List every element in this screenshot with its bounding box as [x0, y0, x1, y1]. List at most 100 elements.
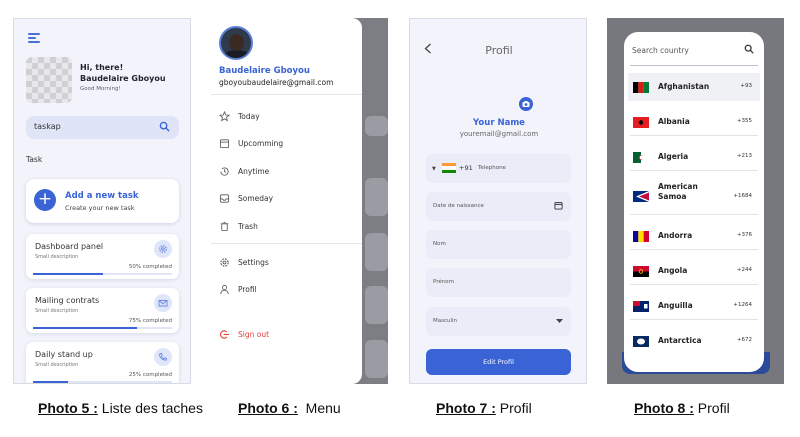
country-row[interactable]: Albania +355	[628, 108, 760, 136]
search-icon[interactable]	[159, 121, 170, 132]
gender-select[interactable]: Masculin	[426, 307, 571, 336]
birthdate-field[interactable]: Date de naissance	[426, 192, 571, 221]
afghanistan-flag-icon	[633, 82, 649, 93]
section-label: Task	[26, 155, 43, 164]
phone-icon	[154, 348, 172, 366]
search-country-input[interactable]: Search country	[632, 46, 689, 55]
country-picker-sheet: Search country Afghanistan +93 Albania +…	[624, 32, 764, 372]
sign-out-icon	[220, 330, 230, 339]
country-row[interactable]: American Samoa +1684	[628, 178, 760, 215]
search-underline	[630, 65, 758, 66]
navigation-drawer: Baudelaire Gboyou gboyoubaudelaire@gmail…	[211, 18, 362, 384]
profile-screen: Profil Your Name youremail@gmail.com ▼ +…	[409, 18, 587, 384]
plus-icon: +	[34, 189, 56, 211]
hamburger-menu-icon[interactable]	[28, 33, 40, 43]
background-card	[365, 286, 388, 324]
lastname-placeholder: Nom	[433, 241, 446, 247]
task-description: Small description	[35, 362, 79, 368]
country-code: +213	[736, 153, 752, 159]
user-name: Baudelaire Gboyou	[219, 66, 310, 76]
country-code: +355	[736, 118, 752, 124]
country-name: American Samoa	[658, 182, 698, 201]
search-input[interactable]: taskap	[26, 116, 179, 139]
country-name: Afghanistan	[658, 82, 710, 91]
task-title: Dashboard panel	[35, 242, 104, 251]
task-description: Small description	[35, 308, 79, 314]
calendar-icon[interactable]	[554, 201, 563, 210]
trash-icon	[220, 221, 229, 232]
edit-profile-button[interactable]: Edit Profil	[426, 349, 571, 375]
task-card[interactable]: Mailing contrats Small description 75% c…	[26, 288, 179, 333]
subgreeting: Good Morning!	[80, 86, 121, 92]
avatar	[26, 57, 72, 103]
chevron-down-icon[interactable]: ▼	[432, 166, 436, 172]
menu-item-label: Trash	[238, 222, 258, 231]
history-icon	[220, 167, 229, 176]
search-icon[interactable]	[744, 44, 754, 54]
country-row[interactable]: Algeria +213	[628, 143, 760, 171]
country-code: +1264	[733, 302, 752, 308]
task-progress-label: 50% completed	[128, 264, 172, 270]
page-title: Profil	[485, 44, 513, 57]
add-task-subtitle: Create your new task	[65, 204, 135, 212]
country-row[interactable]: Anguilla +1264	[628, 292, 760, 320]
phone-code: +91	[459, 164, 473, 172]
mail-icon	[154, 294, 172, 312]
menu-item-label: Settings	[238, 258, 269, 267]
telephone-field[interactable]: ▼ +91 Telephone	[426, 154, 571, 183]
user-icon	[220, 285, 229, 295]
country-code: +93	[740, 83, 752, 89]
country-code: +672	[736, 337, 752, 343]
lastname-field[interactable]: Nom	[426, 230, 571, 259]
dropdown-arrow-icon[interactable]	[556, 319, 563, 324]
background-card	[365, 233, 388, 271]
menu-item-label: Profil	[238, 285, 257, 294]
task-title: Daily stand up	[35, 350, 93, 359]
add-task-button[interactable]: + Add a new task Create your new task	[26, 179, 179, 223]
country-name: Antarctica	[658, 336, 702, 345]
star-icon	[219, 111, 230, 122]
camera-icon[interactable]	[519, 97, 533, 111]
task-card[interactable]: Dashboard panel Small description 50% co…	[26, 234, 179, 279]
country-code: +244	[736, 267, 752, 273]
country-code: +376	[736, 232, 752, 238]
caption-photo-5: Photo 5 : Liste des taches	[38, 400, 203, 416]
antarctica-flag-icon	[633, 336, 649, 347]
search-value: taskap	[34, 122, 61, 131]
country-code: +1684	[733, 193, 752, 199]
country-row[interactable]: Antarctica +672	[628, 327, 760, 355]
add-task-title: Add a new task	[65, 191, 139, 201]
country-name: Andorra	[658, 231, 693, 240]
algeria-flag-icon	[633, 152, 649, 163]
user-email: gboyoubaudelaire@gmail.com	[219, 78, 334, 87]
telephone-placeholder: Telephone	[478, 165, 506, 171]
task-progress-bar	[33, 273, 172, 275]
country-row[interactable]: Angola +244	[628, 257, 760, 285]
country-name: Anguilla	[658, 301, 693, 310]
country-row[interactable]: Andorra +376	[628, 222, 760, 250]
country-row[interactable]: Afghanistan +93	[628, 73, 760, 101]
birthdate-placeholder: Date de naissance	[433, 203, 484, 209]
task-list-screen: Hi, there! Baudelaire Gboyou Good Mornin…	[13, 18, 191, 384]
task-card[interactable]: Daily stand up Small description 25% com…	[26, 342, 179, 383]
divider	[211, 94, 362, 95]
menu-item-label: Anytime	[238, 167, 270, 176]
task-progress-bar	[33, 381, 172, 383]
albania-flag-icon	[633, 117, 649, 128]
andorra-flag-icon	[633, 231, 649, 242]
greeting: Hi, there!	[80, 63, 124, 72]
menu-item-label: Someday	[238, 194, 274, 203]
country-picker-screen: Search country Afghanistan +93 Albania +…	[607, 18, 784, 384]
task-progress-label: 25% completed	[128, 372, 172, 378]
user-name: Baudelaire Gboyou	[80, 74, 166, 83]
profile-name: Your Name	[473, 118, 525, 128]
background-card	[365, 178, 388, 216]
menu-screen: Baudelaire Gboyou gboyoubaudelaire@gmail…	[211, 18, 388, 384]
firstname-field[interactable]: Prénom	[426, 268, 571, 297]
menu-item-label: Today	[238, 112, 260, 121]
firstname-placeholder: Prénom	[433, 279, 454, 285]
task-progress-bar	[33, 327, 172, 329]
caption-photo-7: Photo 7 : Profil	[436, 400, 532, 416]
anguilla-flag-icon	[633, 301, 649, 312]
country-name: Angola	[658, 266, 688, 275]
